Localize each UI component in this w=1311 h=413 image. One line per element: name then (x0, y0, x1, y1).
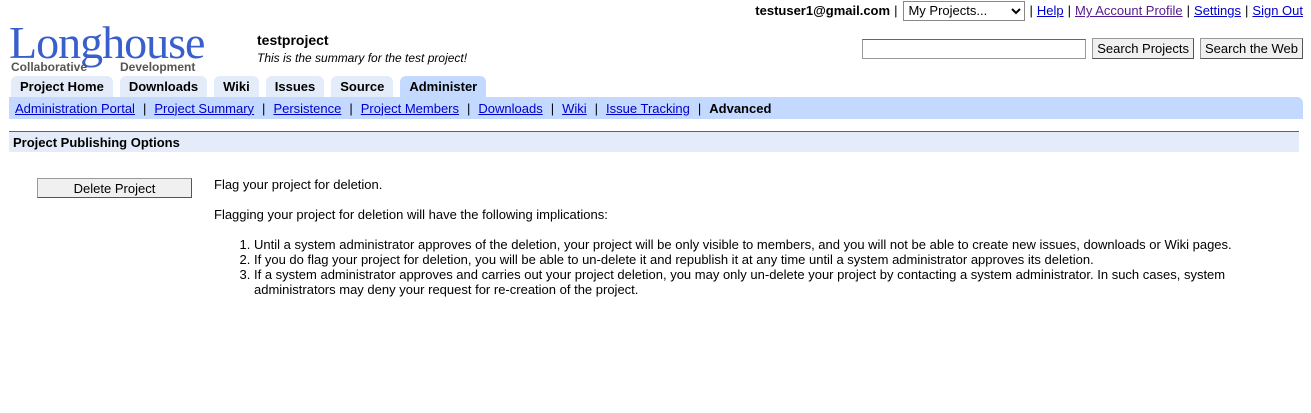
tab-wiki[interactable]: Wiki (214, 76, 259, 97)
tab-downloads[interactable]: Downloads (119, 76, 208, 97)
subnav-project-members[interactable]: Project Members (361, 101, 459, 116)
separator: | (894, 3, 898, 18)
user-email: testuser1@gmail.com (755, 3, 891, 18)
longhouse-logo[interactable]: Longhouse Collaborative Development (9, 20, 239, 76)
tab-issues[interactable]: Issues (265, 76, 325, 97)
separator: | (550, 100, 555, 116)
subnav-persistence[interactable]: Persistence (273, 101, 341, 116)
implications-intro: Flagging your project for deletion will … (214, 207, 608, 222)
subnav-advanced-current: Advanced (709, 100, 772, 116)
search-web-button[interactable]: Search the Web (1200, 38, 1303, 59)
separator: | (1029, 3, 1033, 18)
logo-subtitle-right: Development (120, 60, 196, 74)
search-projects-button[interactable]: Search Projects (1092, 38, 1195, 59)
settings-link[interactable]: Settings (1194, 3, 1241, 18)
project-name: testproject (257, 32, 329, 48)
admin-subnav: Administration Portal | Project Summary … (9, 97, 1303, 119)
my-account-profile-link[interactable]: My Account Profile (1075, 3, 1183, 18)
list-item: If you do flag your project for deletion… (254, 252, 1274, 267)
section-title: Project Publishing Options (9, 132, 1299, 152)
separator: | (142, 100, 147, 116)
separator: | (1186, 3, 1191, 18)
logo-subtitle-left: Collaborative (11, 60, 88, 74)
tab-administer[interactable]: Administer (400, 76, 487, 97)
separator: | (349, 100, 353, 116)
subnav-wiki[interactable]: Wiki (562, 101, 587, 116)
sign-out-link[interactable]: Sign Out (1252, 3, 1303, 18)
separator: | (467, 100, 471, 116)
list-item: Until a system administrator approves of… (254, 237, 1274, 252)
subnav-issue-tracking[interactable]: Issue Tracking (606, 101, 690, 116)
tab-source[interactable]: Source (331, 76, 394, 97)
delete-project-button[interactable]: Delete Project (37, 178, 192, 198)
subnav-downloads[interactable]: Downloads (478, 101, 542, 116)
list-item: If a system administrator approves and c… (254, 267, 1274, 297)
implications-list: Until a system administrator approves of… (214, 237, 1274, 297)
search-area: Search Projects Search the Web (862, 38, 1303, 59)
help-link[interactable]: Help (1037, 3, 1064, 18)
deletion-info: Flag your project for deletion. Flagging… (214, 177, 1274, 297)
project-header: testproject This is the summary for the … (257, 32, 467, 65)
main-tabs: Project Home Downloads Wiki Issues Sourc… (11, 76, 487, 97)
user-bar: testuser1@gmail.com | My Projects... | H… (755, 0, 1303, 21)
flag-text: Flag your project for deletion. (214, 177, 383, 192)
separator: | (594, 100, 599, 116)
separator: | (262, 100, 266, 116)
subnav-project-summary[interactable]: Project Summary (154, 101, 254, 116)
tab-project-home[interactable]: Project Home (11, 76, 113, 97)
separator: | (1245, 3, 1249, 18)
my-projects-select[interactable]: My Projects... (903, 0, 1026, 21)
search-input[interactable] (862, 38, 1087, 59)
subnav-administration-portal[interactable]: Administration Portal (15, 101, 135, 116)
project-summary: This is the summary for the test project… (257, 51, 468, 65)
separator: | (1067, 3, 1071, 18)
separator: | (697, 100, 702, 116)
